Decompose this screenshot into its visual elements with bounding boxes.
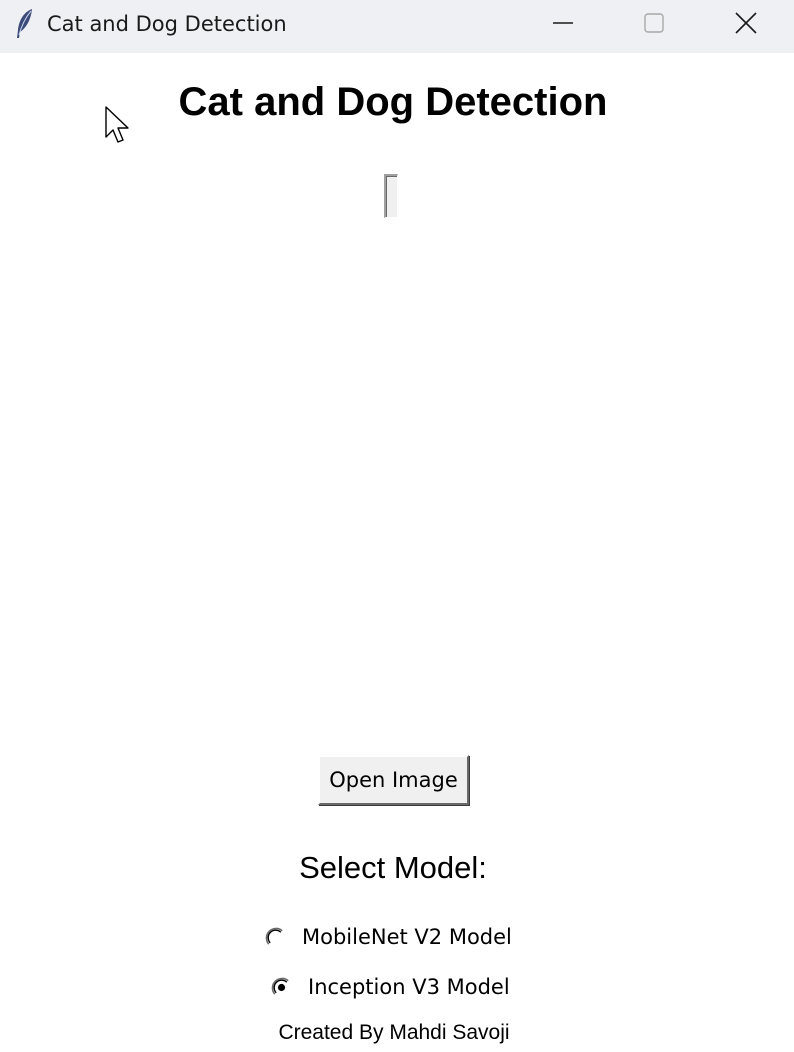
radio-label: MobileNet V2 Model [302, 925, 512, 949]
radio-inception-v3[interactable]: Inception V3 Model [271, 975, 510, 999]
close-icon [735, 12, 757, 34]
radio-label: Inception V3 Model [308, 975, 510, 999]
radio-unselected-icon[interactable] [265, 927, 286, 948]
select-model-label: Select Model: [299, 850, 487, 885]
image-display-panel [384, 174, 398, 218]
window-title: Cat and Dog Detection [47, 12, 287, 36]
radio-mobilenet-v2[interactable]: MobileNet V2 Model [265, 925, 512, 949]
feather-icon [14, 8, 36, 40]
title-bar[interactable]: Cat and Dog Detection [0, 0, 794, 53]
close-button[interactable] [700, 0, 792, 46]
maximize-icon [644, 13, 664, 33]
footer-credit: Created By Mahdi Savoji [278, 1021, 510, 1044]
app-window: Cat and Dog Detection Cat and Dog Detect… [0, 0, 794, 1052]
maximize-button[interactable] [608, 0, 700, 46]
open-image-button[interactable]: Open Image [318, 755, 469, 805]
main-content: Cat and Dog Detection Open Image Select … [0, 53, 794, 1052]
minimize-button[interactable] [517, 0, 609, 46]
radio-selected-icon[interactable] [271, 977, 292, 998]
mouse-cursor-icon [105, 106, 133, 148]
minimize-icon [553, 13, 573, 33]
